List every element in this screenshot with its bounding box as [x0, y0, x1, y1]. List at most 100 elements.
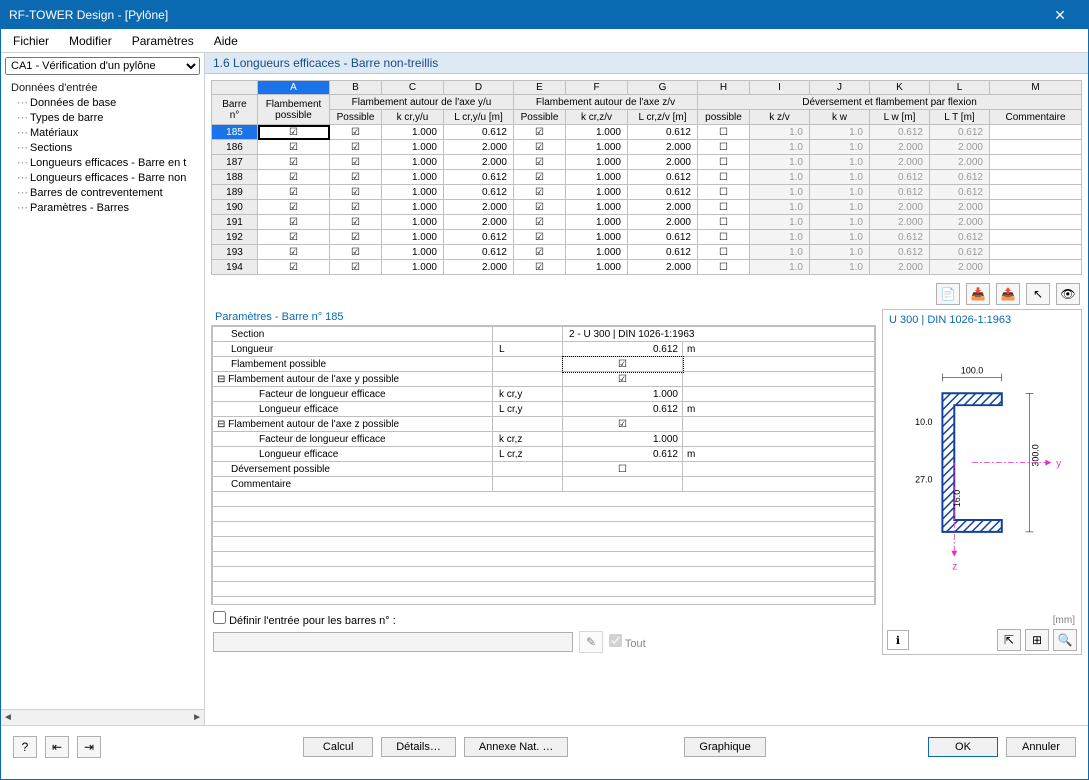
data-grid[interactable]: ABCDEFGHIJKLM Barren° Flambementpossible… [211, 80, 1082, 275]
col-letter[interactable]: D [444, 81, 514, 95]
cell-a[interactable]: ☑ [258, 200, 330, 215]
param-buck-chk[interactable]: ☑ [563, 357, 683, 372]
cell-a[interactable]: ☑ [258, 125, 330, 140]
cell-d[interactable]: 2.000 [444, 140, 514, 155]
cell-a[interactable]: ☑ [258, 170, 330, 185]
cell-f[interactable]: 1.000 [566, 140, 628, 155]
menu-file[interactable]: Fichier [5, 32, 57, 50]
cell-a[interactable]: ☑ [258, 230, 330, 245]
tree-root[interactable]: Données d'entrée [1, 81, 204, 95]
cell-g[interactable]: 0.612 [628, 125, 698, 140]
cell-a[interactable]: ☑ [258, 185, 330, 200]
cell-a[interactable]: ☑ [258, 245, 330, 260]
cell-c[interactable]: 1.000 [382, 140, 444, 155]
cell-f[interactable]: 1.000 [566, 185, 628, 200]
cell-g[interactable]: 2.000 [628, 140, 698, 155]
tree-item[interactable]: Données de base [1, 95, 204, 110]
col-letter[interactable]: M [990, 81, 1082, 95]
cell-d[interactable]: 2.000 [444, 200, 514, 215]
tree-item[interactable]: Longueurs efficaces - Barre non [1, 170, 204, 185]
cell-f[interactable]: 1.000 [566, 200, 628, 215]
cell-m[interactable] [990, 230, 1082, 245]
cell-b[interactable]: ☑ [330, 200, 382, 215]
cell-f[interactable]: 1.000 [566, 170, 628, 185]
table-row[interactable]: 192 ☑ ☑ 1.000 0.612 ☑ 1.000 0.612 ☐ 1.0 … [212, 230, 1082, 245]
cell-a[interactable]: ☑ [258, 260, 330, 275]
row-num[interactable]: 191 [212, 215, 258, 230]
tree-item[interactable]: Barres de contreventement [1, 185, 204, 200]
col-lt[interactable]: L T [m] [930, 110, 990, 125]
table-row[interactable]: 185 ☑ ☑ 1.000 0.612 ☑ 1.000 0.612 ☐ 1.0 … [212, 125, 1082, 140]
cell-g[interactable]: 2.000 [628, 200, 698, 215]
view-icon-1[interactable]: ⇱ [997, 629, 1021, 651]
col-lcryu[interactable]: L cr,y/u [m] [444, 110, 514, 125]
cell-c[interactable]: 1.000 [382, 185, 444, 200]
cell-b[interactable]: ☑ [330, 170, 382, 185]
cell-h[interactable]: ☐ [698, 200, 750, 215]
cell-e[interactable]: ☑ [514, 245, 566, 260]
cell-g[interactable]: 2.000 [628, 215, 698, 230]
cell-e[interactable]: ☑ [514, 170, 566, 185]
row-num[interactable]: 194 [212, 260, 258, 275]
col-kcrzv[interactable]: k cr,z/v [566, 110, 628, 125]
cell-c[interactable]: 1.000 [382, 215, 444, 230]
tree-item[interactable]: Sections [1, 140, 204, 155]
view-icon-3[interactable]: 🔍 [1053, 629, 1077, 651]
table-row[interactable]: 186 ☑ ☑ 1.000 2.000 ☑ 1.000 2.000 ☐ 1.0 … [212, 140, 1082, 155]
tool-icon-eye[interactable]: 👁 [1056, 283, 1080, 305]
table-row[interactable]: 189 ☑ ☑ 1.000 0.612 ☑ 1.000 0.612 ☐ 1.0 … [212, 185, 1082, 200]
cell-b[interactable]: ☑ [330, 230, 382, 245]
cell-g[interactable]: 0.612 [628, 230, 698, 245]
param-table[interactable]: Section2 - U 300 | DIN 1026-1:1963 Longu… [212, 326, 875, 605]
param-dev-chk[interactable]: ☐ [563, 462, 683, 477]
col-group-zv[interactable]: Flambement autour de l'axe z/v [514, 95, 698, 110]
col-letter[interactable]: E [514, 81, 566, 95]
param-buck-y[interactable]: ⊟ Flambement autour de l'axe y possible [213, 372, 493, 387]
row-num[interactable]: 188 [212, 170, 258, 185]
cell-e[interactable]: ☑ [514, 260, 566, 275]
col-comment[interactable]: Commentaire [990, 110, 1082, 125]
cell-d[interactable]: 2.000 [444, 155, 514, 170]
row-num[interactable]: 186 [212, 140, 258, 155]
cell-m[interactable] [990, 155, 1082, 170]
col-letter[interactable]: I [750, 81, 810, 95]
cell-a[interactable]: ☑ [258, 140, 330, 155]
cell-b[interactable]: ☑ [330, 125, 382, 140]
calc-button[interactable]: Calcul [303, 737, 373, 757]
col-letter[interactable]: B [330, 81, 382, 95]
col-letter[interactable]: C [382, 81, 444, 95]
col-letter[interactable]: J [810, 81, 870, 95]
row-num[interactable]: 190 [212, 200, 258, 215]
cell-m[interactable] [990, 260, 1082, 275]
tree-item[interactable]: Types de barre [1, 110, 204, 125]
col-letter[interactable]: H [698, 81, 750, 95]
col-kcryu[interactable]: k cr,y/u [382, 110, 444, 125]
col-letter[interactable]: A [258, 81, 330, 95]
tree-item[interactable]: Longueurs efficaces - Barre en t [1, 155, 204, 170]
col-possible-dev[interactable]: possible [698, 110, 750, 125]
col-flamb[interactable]: Flambementpossible [258, 95, 330, 125]
cell-c[interactable]: 1.000 [382, 260, 444, 275]
cell-b[interactable]: ☑ [330, 155, 382, 170]
tree-item[interactable]: Paramètres - Barres [1, 200, 204, 215]
sidebar-hscroll[interactable]: ◄► [1, 709, 204, 725]
cell-h[interactable]: ☐ [698, 140, 750, 155]
col-letter[interactable]: F [566, 81, 628, 95]
col-lcrzv[interactable]: L cr,z/v [m] [628, 110, 698, 125]
cell-m[interactable] [990, 170, 1082, 185]
cell-b[interactable]: ☑ [330, 140, 382, 155]
col-barre[interactable]: Barren° [212, 95, 258, 125]
cell-c[interactable]: 1.000 [382, 125, 444, 140]
cell-g[interactable]: 0.612 [628, 170, 698, 185]
table-row[interactable]: 191 ☑ ☑ 1.000 2.000 ☑ 1.000 2.000 ☐ 1.0 … [212, 215, 1082, 230]
cell-e[interactable]: ☑ [514, 155, 566, 170]
cell-c[interactable]: 1.000 [382, 170, 444, 185]
row-num[interactable]: 189 [212, 185, 258, 200]
cell-e[interactable]: ☑ [514, 125, 566, 140]
tree-item[interactable]: Matériaux [1, 125, 204, 140]
table-row[interactable]: 194 ☑ ☑ 1.000 2.000 ☑ 1.000 2.000 ☐ 1.0 … [212, 260, 1082, 275]
cell-m[interactable] [990, 245, 1082, 260]
cell-c[interactable]: 1.000 [382, 245, 444, 260]
cell-b[interactable]: ☑ [330, 215, 382, 230]
cell-m[interactable] [990, 140, 1082, 155]
